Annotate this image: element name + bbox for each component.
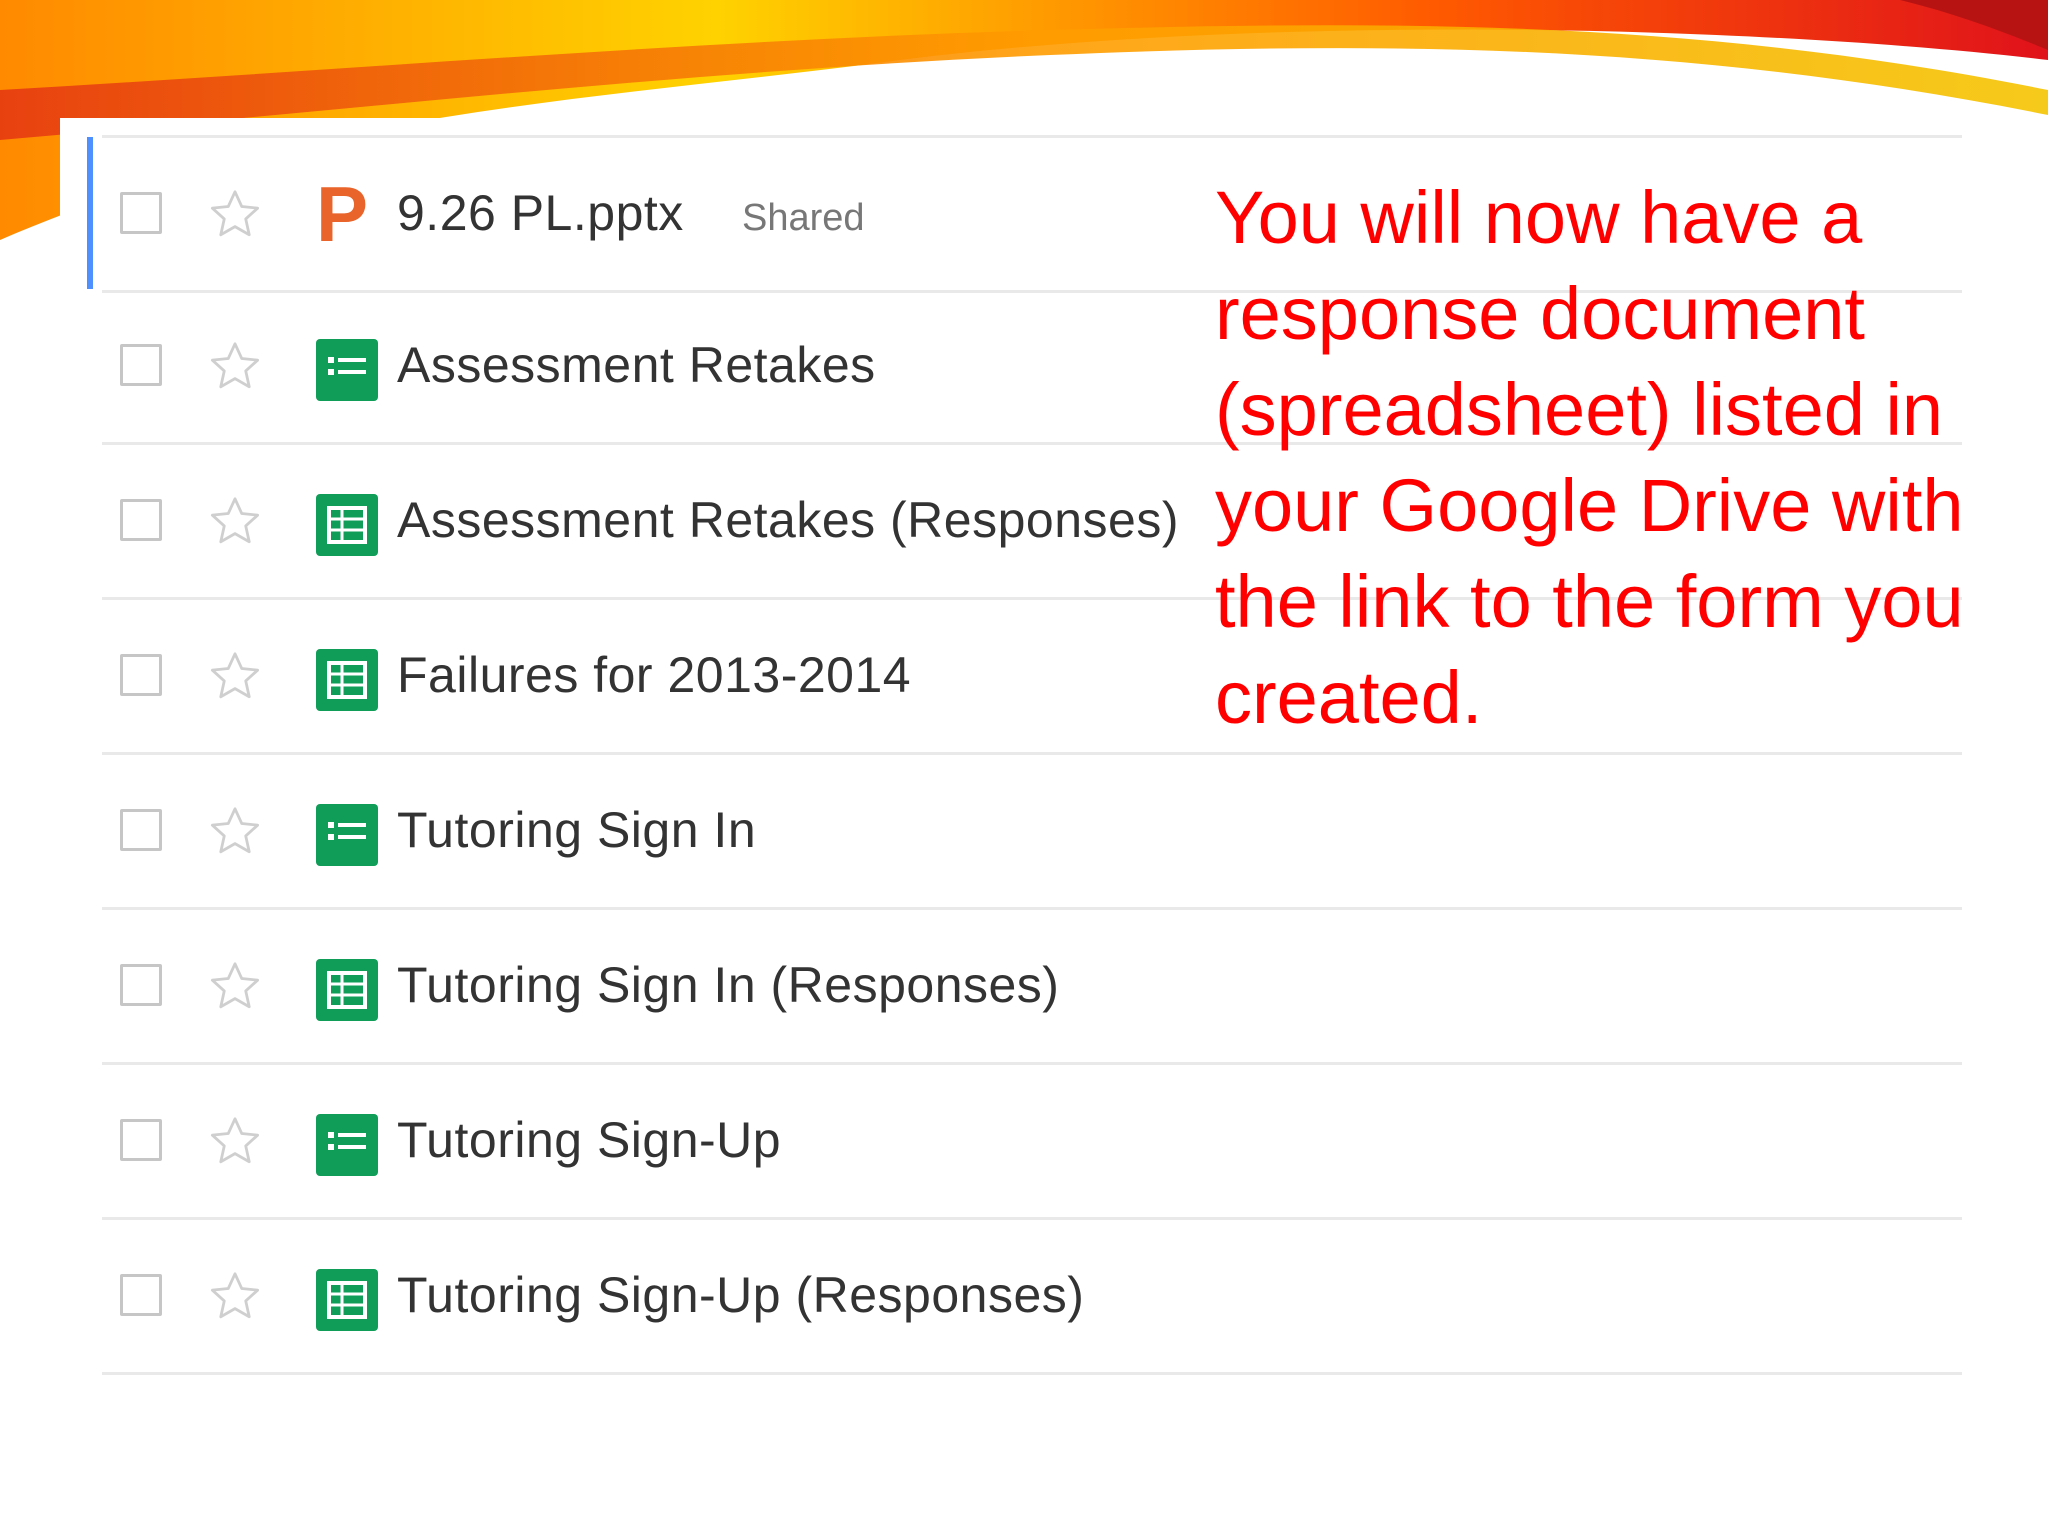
star-icon[interactable]: [206, 186, 264, 242]
star-icon[interactable]: [206, 648, 264, 704]
sheets-icon: [316, 1269, 378, 1331]
star-icon[interactable]: [206, 493, 264, 549]
file-name[interactable]: Tutoring Sign In (Responses): [397, 950, 1059, 1020]
checkbox[interactable]: [120, 499, 162, 541]
forms-icon: [316, 1114, 378, 1176]
file-name[interactable]: Tutoring Sign In: [397, 795, 756, 865]
sheets-icon: [316, 959, 378, 1021]
selection-indicator: [87, 137, 93, 289]
file-name[interactable]: 9.26 PL.pptx: [397, 178, 684, 248]
checkbox[interactable]: [120, 1119, 162, 1161]
forms-icon: [316, 804, 378, 866]
checkbox[interactable]: [120, 1274, 162, 1316]
checkbox[interactable]: [120, 192, 162, 234]
instruction-note: You will now have a response document (s…: [1215, 176, 1964, 739]
checkbox[interactable]: [120, 344, 162, 386]
checkbox[interactable]: [120, 654, 162, 696]
star-icon[interactable]: [206, 1113, 264, 1169]
shared-badge: Shared: [742, 197, 865, 239]
file-row[interactable]: Tutoring Sign-Up: [102, 1065, 1962, 1220]
file-name[interactable]: Tutoring Sign-Up (Responses): [397, 1260, 1084, 1330]
star-icon[interactable]: [206, 1268, 264, 1324]
powerpoint-icon: P: [316, 170, 369, 258]
file-row[interactable]: Tutoring Sign In (Responses): [102, 910, 1962, 1065]
star-icon[interactable]: [206, 958, 264, 1014]
file-name[interactable]: Failures for 2013-2014: [397, 640, 911, 710]
star-icon[interactable]: [206, 803, 264, 859]
forms-icon: [316, 339, 378, 401]
sheets-icon: [316, 494, 378, 556]
file-name[interactable]: Assessment Retakes (Responses): [397, 485, 1179, 555]
file-row[interactable]: Tutoring Sign In: [102, 755, 1962, 910]
file-name[interactable]: Assessment Retakes: [397, 330, 876, 400]
file-row[interactable]: Tutoring Sign-Up (Responses): [102, 1220, 1962, 1375]
file-name[interactable]: Tutoring Sign-Up: [397, 1105, 781, 1175]
sheets-icon: [316, 649, 378, 711]
star-icon[interactable]: [206, 338, 264, 394]
checkbox[interactable]: [120, 964, 162, 1006]
checkbox[interactable]: [120, 809, 162, 851]
